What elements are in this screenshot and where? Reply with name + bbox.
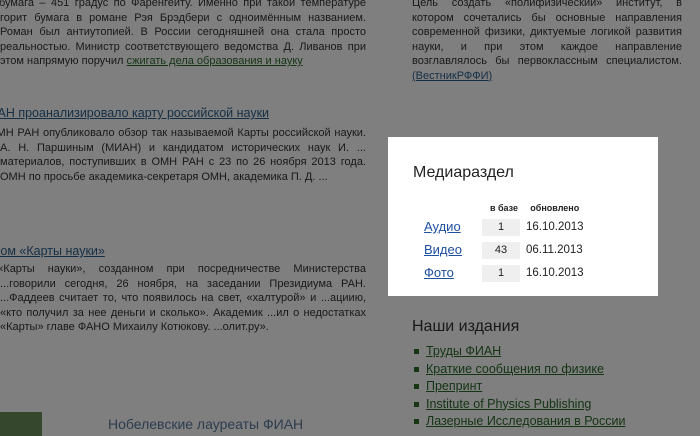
date-cell: 06.11.2013 <box>526 243 583 256</box>
modal-title: Медиараздел <box>413 164 514 181</box>
count-cell: 1 <box>482 263 526 282</box>
table-header-row: в базе обновлено <box>424 203 584 213</box>
count-badge: 43 <box>482 242 520 259</box>
link-cell: Аудио <box>424 217 482 236</box>
count-cell: 43 <box>482 240 526 259</box>
date-cell: 16.10.2013 <box>526 220 584 233</box>
audio-link[interactable]: Аудио <box>424 219 461 234</box>
header-empty <box>424 203 482 213</box>
link-cell: Фото <box>424 263 482 282</box>
count-badge: 1 <box>482 219 520 236</box>
table-row: Видео 43 06.11.2013 <box>424 240 584 259</box>
table-row: Фото 1 16.10.2013 <box>424 263 584 282</box>
count-cell: 1 <box>482 217 526 236</box>
count-badge: 1 <box>482 265 520 282</box>
date-cell: 16.10.2013 <box>526 266 584 279</box>
link-cell: Видео <box>424 240 482 259</box>
header-count: в базе <box>489 203 519 213</box>
table-row: Аудио 1 16.10.2013 <box>424 217 584 236</box>
media-table: в базе обновлено Аудио 1 16.10.2013 Виде… <box>424 199 584 286</box>
photo-link[interactable]: Фото <box>424 265 454 280</box>
video-link[interactable]: Видео <box>424 242 462 257</box>
media-section-modal: Медиараздел в базе обновлено Аудио 1 16.… <box>388 137 658 296</box>
header-updated: обновлено <box>530 203 580 213</box>
